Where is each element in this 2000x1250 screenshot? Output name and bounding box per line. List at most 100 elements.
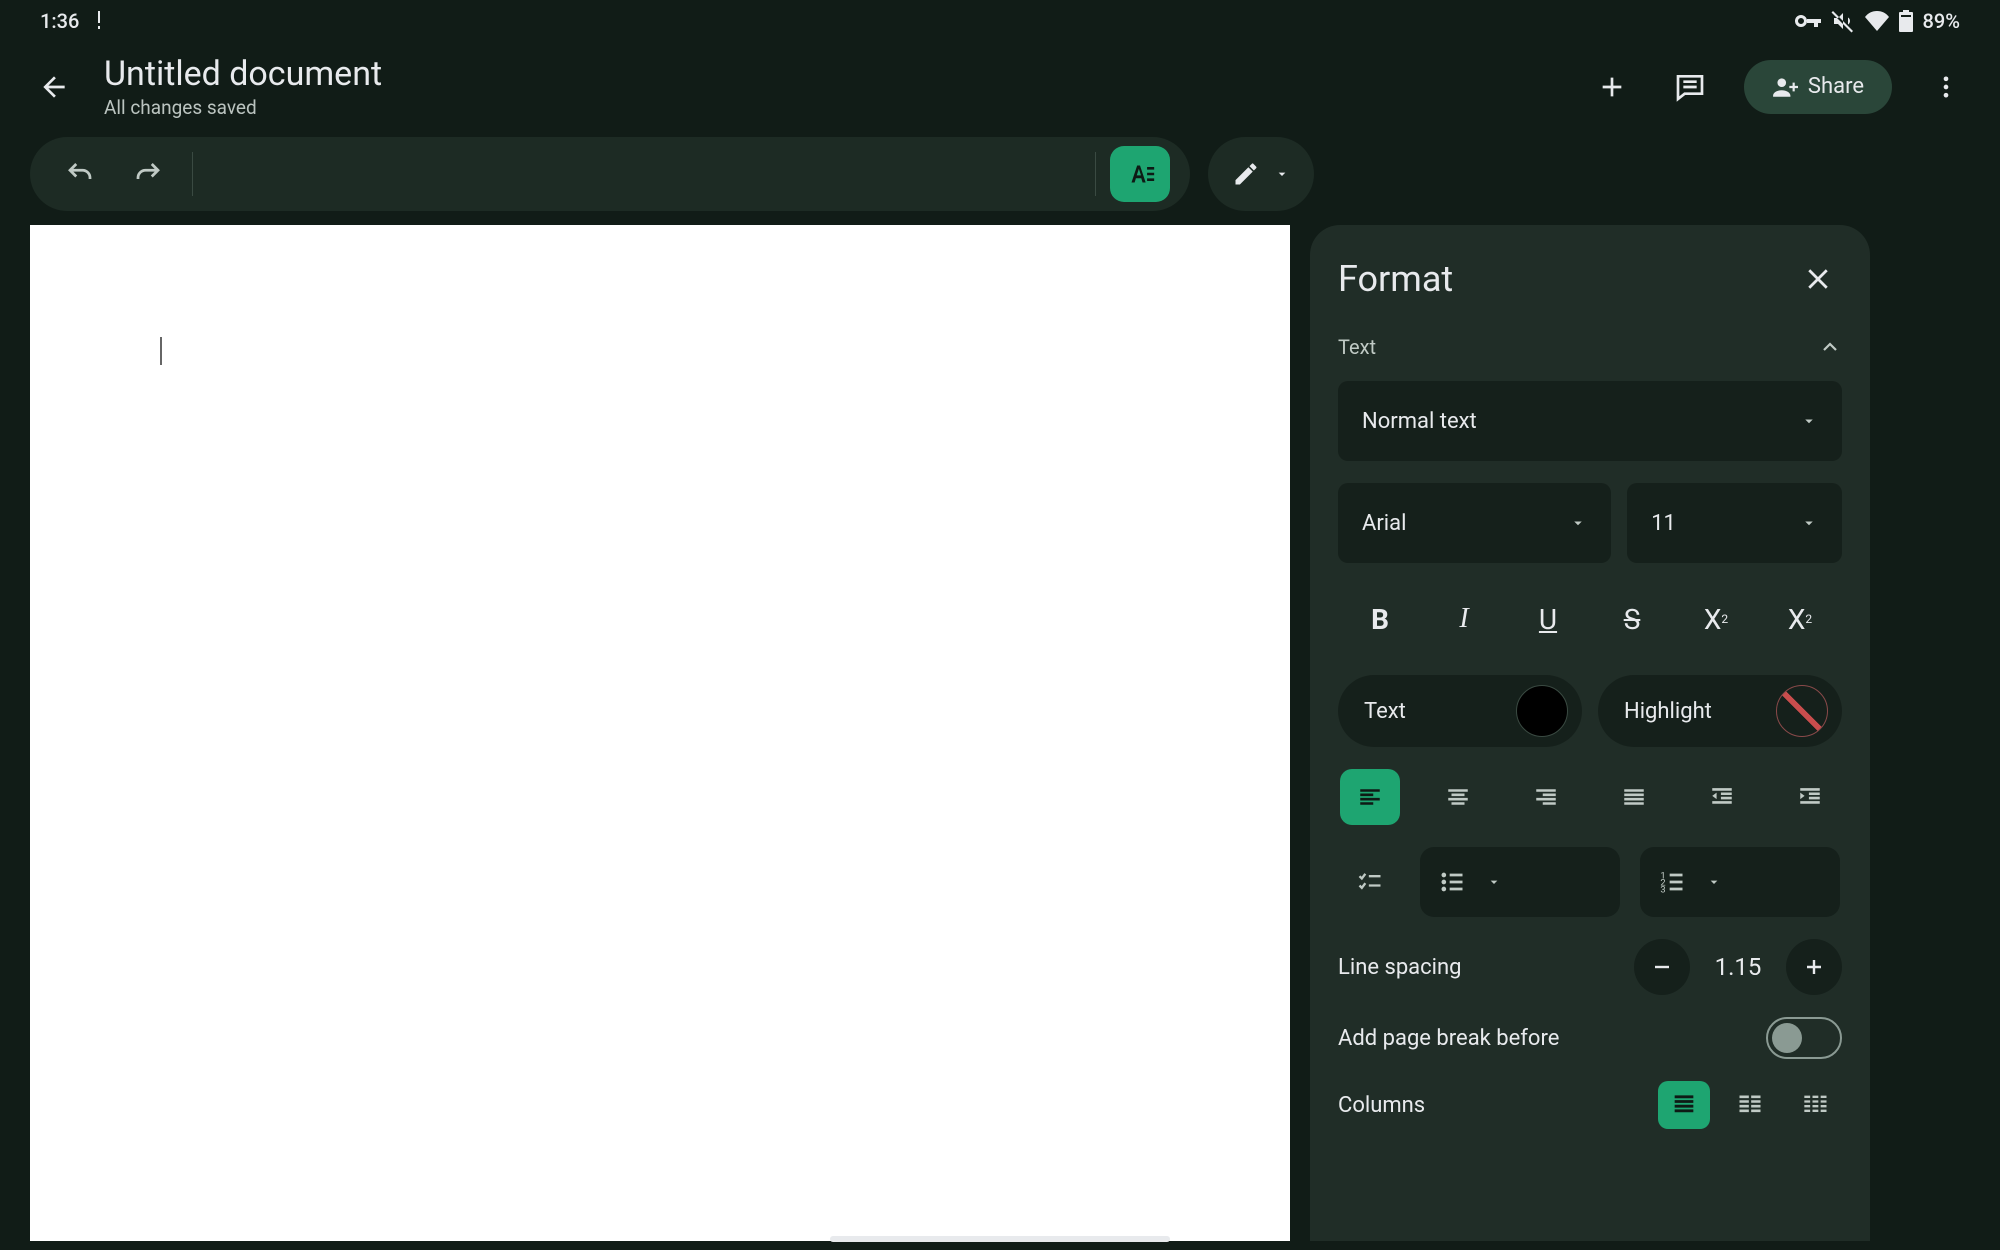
app-header: Untitled document All changes saved Shar… <box>0 42 2000 137</box>
dropdown-icon <box>1274 166 1290 182</box>
close-icon <box>1803 264 1833 294</box>
mute-icon <box>1831 9 1855 33</box>
dropdown-icon <box>1486 874 1502 890</box>
dropdown-icon <box>1706 874 1722 890</box>
align-left-button[interactable] <box>1340 769 1400 825</box>
page-break-label: Add page break before <box>1338 1026 1559 1051</box>
strikethrough-button[interactable]: S <box>1602 593 1662 645</box>
bold-button[interactable]: B <box>1350 593 1410 645</box>
format-text-button[interactable] <box>1110 146 1170 202</box>
line-spacing-increase[interactable] <box>1786 939 1842 995</box>
bullet-list-icon <box>1438 868 1466 896</box>
numbered-list-icon: 123 <box>1658 868 1686 896</box>
more-button[interactable] <box>1922 63 1970 111</box>
toolbar-divider <box>192 152 193 196</box>
paragraph-style-select[interactable]: Normal text <box>1338 381 1842 461</box>
indent-decrease-button[interactable] <box>1692 769 1752 825</box>
main-toolbar <box>30 137 1190 211</box>
bullet-list-button[interactable] <box>1420 847 1620 917</box>
text-format-icon <box>1123 157 1157 191</box>
superscript-button[interactable]: X2 <box>1686 593 1746 645</box>
back-button[interactable] <box>30 63 78 111</box>
columns-label: Columns <box>1338 1093 1425 1118</box>
share-label: Share <box>1808 74 1864 99</box>
format-panel: Format Text Normal text Arial 11 B <box>1310 225 1870 1241</box>
columns-1-icon <box>1670 1091 1698 1119</box>
redo-button[interactable] <box>118 146 178 202</box>
status-bar: 1:36 89% <box>0 0 2000 42</box>
highlight-swatch <box>1776 685 1828 737</box>
wifi-icon <box>1865 11 1889 31</box>
page-break-toggle[interactable] <box>1766 1017 1842 1059</box>
battery-percent: 89% <box>1923 9 1960 33</box>
plus-icon <box>1596 71 1628 103</box>
font-value: Arial <box>1362 511 1406 536</box>
italic-button[interactable]: I <box>1434 593 1494 645</box>
navigation-bar-handle[interactable] <box>830 1236 1170 1242</box>
dropdown-icon <box>1569 514 1587 532</box>
comments-button[interactable] <box>1666 63 1714 111</box>
undo-button[interactable] <box>50 146 110 202</box>
share-button[interactable]: Share <box>1744 60 1892 114</box>
columns-3-icon <box>1802 1091 1830 1119</box>
battery-icon <box>1899 10 1913 32</box>
subscript-button[interactable]: X2 <box>1770 593 1830 645</box>
pencil-icon <box>1232 160 1260 188</box>
undo-icon <box>65 159 95 189</box>
columns-1-button[interactable] <box>1658 1081 1710 1129</box>
priority-icon <box>91 11 107 31</box>
align-center-button[interactable] <box>1428 769 1488 825</box>
align-right-button[interactable] <box>1516 769 1576 825</box>
toggle-knob <box>1772 1023 1802 1053</box>
style-value: Normal text <box>1362 409 1477 434</box>
redo-icon <box>133 159 163 189</box>
insert-button[interactable] <box>1588 63 1636 111</box>
columns-2-button[interactable] <box>1724 1081 1776 1129</box>
align-right-icon <box>1533 784 1559 810</box>
minus-icon <box>1650 955 1674 979</box>
svg-text:3: 3 <box>1660 885 1665 896</box>
align-justify-icon <box>1621 784 1647 810</box>
dropdown-icon <box>1800 412 1818 430</box>
format-panel-title: Format <box>1338 258 1453 300</box>
columns-2-icon <box>1736 1091 1764 1119</box>
section-label: Text <box>1338 335 1376 359</box>
dropdown-icon <box>1800 514 1818 532</box>
align-left-icon <box>1357 784 1383 810</box>
size-value: 11 <box>1651 511 1676 536</box>
arrow-left-icon <box>38 71 70 103</box>
person-add-icon <box>1772 74 1798 100</box>
close-format-button[interactable] <box>1794 255 1842 303</box>
document-page[interactable] <box>30 225 1290 1241</box>
checklist-button[interactable] <box>1340 854 1400 910</box>
columns-3-button[interactable] <box>1790 1081 1842 1129</box>
indent-increase-button[interactable] <box>1780 769 1840 825</box>
line-spacing-value: 1.15 <box>1708 953 1768 981</box>
align-center-icon <box>1445 784 1471 810</box>
indent-increase-icon <box>1797 784 1823 810</box>
indent-decrease-icon <box>1709 784 1735 810</box>
font-family-select[interactable]: Arial <box>1338 483 1611 563</box>
text-color-swatch <box>1516 685 1568 737</box>
status-time: 1:36 <box>40 9 79 33</box>
comment-icon <box>1674 71 1706 103</box>
align-justify-button[interactable] <box>1604 769 1664 825</box>
text-color-label: Text <box>1364 699 1406 724</box>
checklist-icon <box>1356 868 1384 896</box>
font-size-select[interactable]: 11 <box>1627 483 1842 563</box>
vpn-key-icon <box>1793 11 1821 31</box>
plus-icon <box>1802 955 1826 979</box>
highlight-label: Highlight <box>1624 699 1712 724</box>
document-title[interactable]: Untitled document <box>104 54 1562 94</box>
text-color-button[interactable]: Text <box>1338 675 1582 747</box>
text-section-header[interactable]: Text <box>1338 335 1842 359</box>
underline-button[interactable]: U <box>1518 593 1578 645</box>
line-spacing-decrease[interactable] <box>1634 939 1690 995</box>
numbered-list-button[interactable]: 123 <box>1640 847 1840 917</box>
highlight-color-button[interactable]: Highlight <box>1598 675 1842 747</box>
more-vert-icon <box>1932 73 1960 101</box>
line-spacing-label: Line spacing <box>1338 955 1462 980</box>
edit-mode-button[interactable] <box>1208 137 1314 211</box>
save-status: All changes saved <box>104 96 1562 119</box>
toolbar-divider <box>1095 152 1096 196</box>
